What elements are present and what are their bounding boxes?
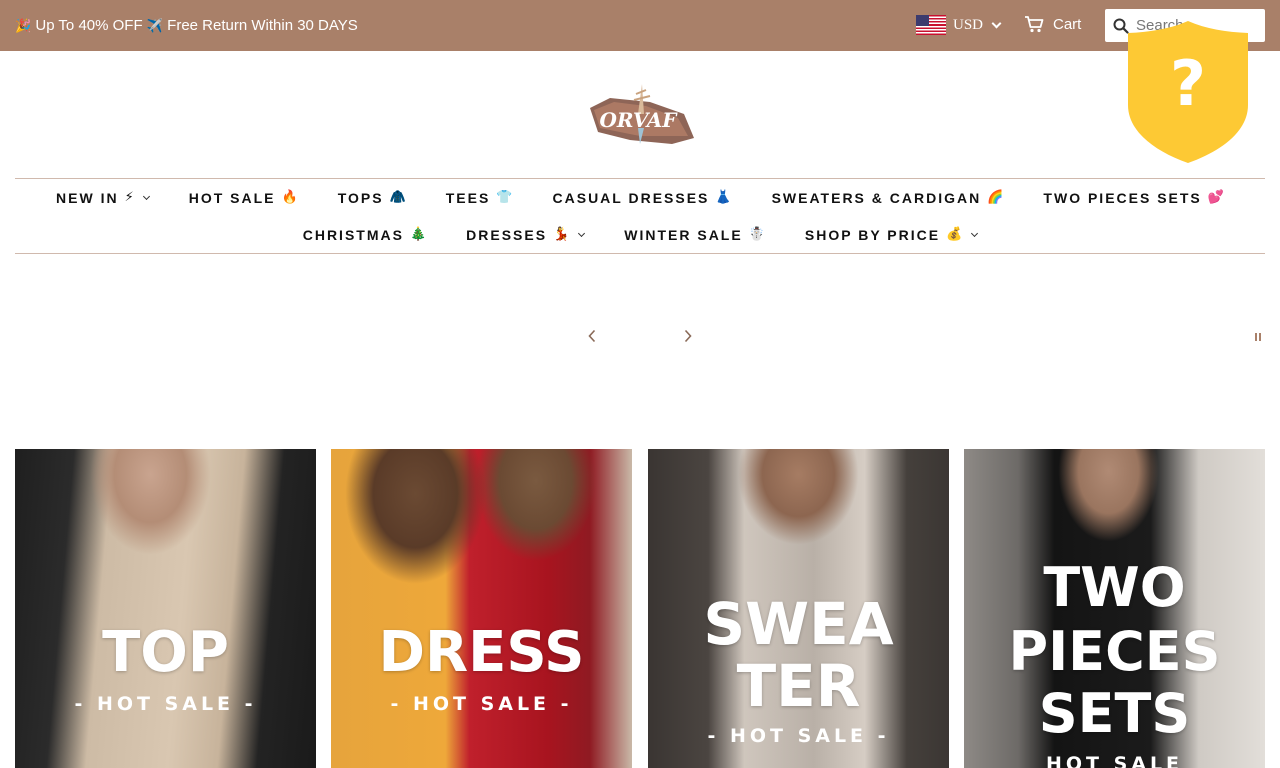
- nav-emoji: ☃️: [748, 227, 765, 242]
- party-emoji: 🎉: [15, 19, 32, 34]
- main-nav-row-2: CHRISTMAS 🎄 DRESSES 💃 WINTER SALE ☃️ SHOP B…: [0, 225, 1280, 245]
- chevron-down-icon: [142, 192, 150, 201]
- nav-emoji: 👕: [496, 190, 513, 205]
- cart-icon: [1025, 16, 1044, 33]
- tile-title-line-1: TWO: [1043, 556, 1186, 619]
- nav-emoji: 💃: [553, 227, 570, 242]
- nav-label: WINTER SALE: [624, 227, 743, 243]
- nav-casual-dresses[interactable]: CASUAL DRESSES 👗: [533, 188, 752, 208]
- nav-emoji: 💕: [1207, 190, 1224, 205]
- logo-text: ORVAF: [599, 108, 678, 132]
- nav-winter-sale[interactable]: WINTER SALE ☃️: [604, 225, 785, 245]
- tile-title-line-3: SETS: [1038, 682, 1191, 745]
- tile-photo: [15, 449, 316, 768]
- collection-tile-sweater[interactable]: SWEA TER - HOT SALE -: [648, 449, 949, 768]
- slideshow-prev-button[interactable]: [582, 326, 602, 346]
- brand-logo[interactable]: ORVAF: [580, 80, 700, 152]
- chevron-down-icon: [991, 18, 1002, 28]
- tile-title: DRESS: [378, 620, 585, 685]
- nav-label: DRESSES: [466, 227, 548, 243]
- tile-tag: HOT SALE: [1045, 753, 1184, 768]
- currency-selector[interactable]: USD: [916, 14, 1002, 36]
- nav-label: HOT SALE: [188, 190, 276, 206]
- nav-tees[interactable]: TEES 👕: [426, 188, 533, 208]
- nav-emoji: 🌈: [987, 190, 1004, 205]
- nav-label: TWO PIECES SETS: [1043, 190, 1202, 206]
- us-flag-icon: [916, 15, 946, 35]
- nav-hot-sale[interactable]: HOT SALE 🔥: [169, 188, 318, 208]
- nav-label: TOPS: [337, 190, 384, 206]
- cart-label: Cart: [1053, 15, 1082, 33]
- nav-new-in[interactable]: NEW IN ⚡: [36, 188, 169, 208]
- plane-emoji: ✈️: [146, 19, 163, 34]
- chevron-right-icon: [684, 329, 692, 343]
- nav-label: TEES: [445, 190, 491, 206]
- nav-tops[interactable]: TOPS 🧥: [318, 188, 426, 208]
- nav-sweaters-cardigan[interactable]: SWEATERS & CARDIGAN 🌈: [752, 188, 1024, 208]
- nav-label: SHOP BY PRICE: [804, 227, 941, 243]
- announcement-bar: 🎉 Up To 40% OFF ✈️ Free Return Within 30…: [0, 0, 1280, 51]
- chevron-down-icon: [578, 229, 586, 238]
- tile-tag: - HOT SALE -: [74, 693, 257, 715]
- chevron-down-icon: [971, 229, 979, 238]
- promo-text: 🎉 Up To 40% OFF ✈️ Free Return Within 30…: [15, 16, 358, 37]
- tile-tag: - HOT SALE -: [707, 725, 890, 747]
- chevron-left-icon: [588, 329, 596, 343]
- nav-label: SWEATERS & CARDIGAN: [771, 190, 982, 206]
- tile-title-line-2: PIECES: [1008, 620, 1221, 683]
- slideshow-next-button[interactable]: [678, 326, 698, 346]
- main-nav-row-1: NEW IN ⚡ HOT SALE 🔥 TOPS 🧥 TEES 👕 CASUAL DRE…: [0, 188, 1280, 208]
- tile-tag: - HOT SALE -: [390, 693, 573, 715]
- nav-divider-bottom: [15, 253, 1265, 254]
- collection-tile-two-pieces-sets[interactable]: TWO PIECES SETS HOT SALE: [964, 449, 1265, 768]
- nav-emoji: 👗: [715, 190, 732, 205]
- nav-emoji: 💰: [946, 227, 963, 242]
- promo-offer: Up To 40% OFF: [35, 17, 143, 34]
- nav-emoji: 🎄: [409, 227, 427, 242]
- tile-title-line-1: SWEA: [703, 590, 894, 658]
- cart-link[interactable]: Cart: [1024, 15, 1081, 33]
- collection-tile-top[interactable]: TOP - HOT SALE -: [15, 449, 316, 768]
- nav-label: NEW IN: [56, 190, 119, 206]
- nav-emoji: ⚡: [124, 190, 134, 205]
- tile-title: TOP: [102, 620, 229, 685]
- nav-divider-top: [15, 178, 1265, 179]
- tile-photo: [331, 449, 632, 768]
- collection-tile-dress[interactable]: DRESS - HOT SALE -: [331, 449, 632, 768]
- currency-code: USD: [953, 16, 984, 33]
- promo-returns: Free Return Within 30 DAYS: [167, 17, 358, 34]
- shield-icon[interactable]: ?: [1126, 19, 1250, 165]
- tile-title-line-2: TER: [736, 652, 861, 720]
- nav-label: CHRISTMAS: [302, 227, 404, 243]
- pause-icon[interactable]: [1253, 332, 1263, 344]
- nav-label: CASUAL DRESSES: [552, 190, 710, 206]
- nav-two-pieces-sets[interactable]: TWO PIECES SETS 💕: [1023, 188, 1244, 208]
- nav-dresses[interactable]: DRESSES 💃: [446, 225, 604, 245]
- nav-christmas[interactable]: CHRISTMAS 🎄: [283, 225, 446, 245]
- nav-emoji: 🧥: [389, 190, 406, 205]
- nav-emoji: 🔥: [281, 190, 298, 205]
- nav-shop-by-price[interactable]: SHOP BY PRICE 💰: [785, 225, 997, 245]
- shield-question-mark: ?: [1170, 47, 1206, 120]
